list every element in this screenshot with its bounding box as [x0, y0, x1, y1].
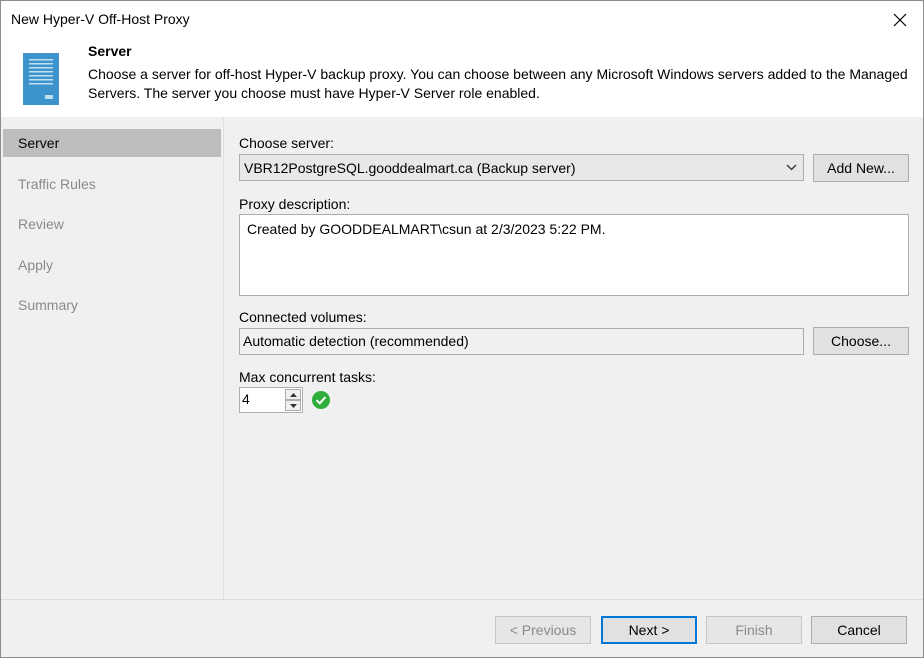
previous-button[interactable]: < Previous	[495, 616, 591, 644]
check-icon	[312, 391, 330, 409]
proxy-description-input[interactable]: Created by GOODDEALMART\csun at 2/3/2023…	[239, 214, 909, 296]
wizard-header: Server Choose a server for off-host Hype…	[1, 39, 923, 117]
connected-volumes-label: Connected volumes:	[239, 309, 367, 325]
step-description: Choose a server for off-host Hyper-V bac…	[88, 66, 908, 101]
close-icon	[893, 13, 907, 27]
max-concurrent-tasks-stepper[interactable]: 4	[239, 387, 303, 413]
server-select[interactable]: VBR12PostgreSQL.gooddealmart.ca (Backup …	[239, 154, 804, 181]
stepper-up-button[interactable]	[285, 389, 301, 400]
wizard-steps-nav: Server Traffic Rules Review Apply Summar…	[1, 117, 222, 599]
cancel-button[interactable]: Cancel	[811, 616, 907, 644]
wizard-window: New Hyper-V Off-Host Proxy Server Choose…	[0, 0, 924, 658]
nav-item-traffic-rules[interactable]: Traffic Rules	[3, 170, 221, 198]
nav-item-summary[interactable]: Summary	[3, 291, 221, 319]
server-step-content: Choose server: VBR12PostgreSQL.gooddealm…	[223, 117, 923, 599]
add-new-button[interactable]: Add New...	[813, 154, 909, 182]
step-title: Server	[88, 43, 132, 59]
title-bar: New Hyper-V Off-Host Proxy	[1, 1, 923, 39]
nav-item-apply[interactable]: Apply	[3, 251, 221, 279]
triangle-up-icon	[289, 392, 297, 397]
choose-server-label: Choose server:	[239, 135, 334, 151]
server-select-value: VBR12PostgreSQL.gooddealmart.ca (Backup …	[244, 160, 576, 176]
stepper-down-button[interactable]	[285, 400, 301, 411]
connected-volumes-field: Automatic detection (recommended)	[239, 328, 804, 355]
chevron-down-icon	[786, 164, 797, 171]
wizard-footer: < Previous Next > Finish Cancel	[1, 599, 923, 657]
stepper-buttons	[285, 389, 301, 411]
finish-button[interactable]: Finish	[706, 616, 802, 644]
max-concurrent-tasks-label: Max concurrent tasks:	[239, 369, 376, 385]
server-icon	[23, 53, 59, 105]
max-concurrent-tasks-value: 4	[242, 391, 250, 407]
triangle-down-icon	[289, 403, 297, 408]
nav-item-review[interactable]: Review	[3, 210, 221, 238]
nav-item-server[interactable]: Server	[3, 129, 221, 157]
next-button[interactable]: Next >	[601, 616, 697, 644]
window-title: New Hyper-V Off-Host Proxy	[11, 11, 190, 27]
proxy-description-label: Proxy description:	[239, 196, 351, 212]
choose-volumes-button[interactable]: Choose...	[813, 327, 909, 355]
close-button[interactable]	[877, 1, 923, 39]
